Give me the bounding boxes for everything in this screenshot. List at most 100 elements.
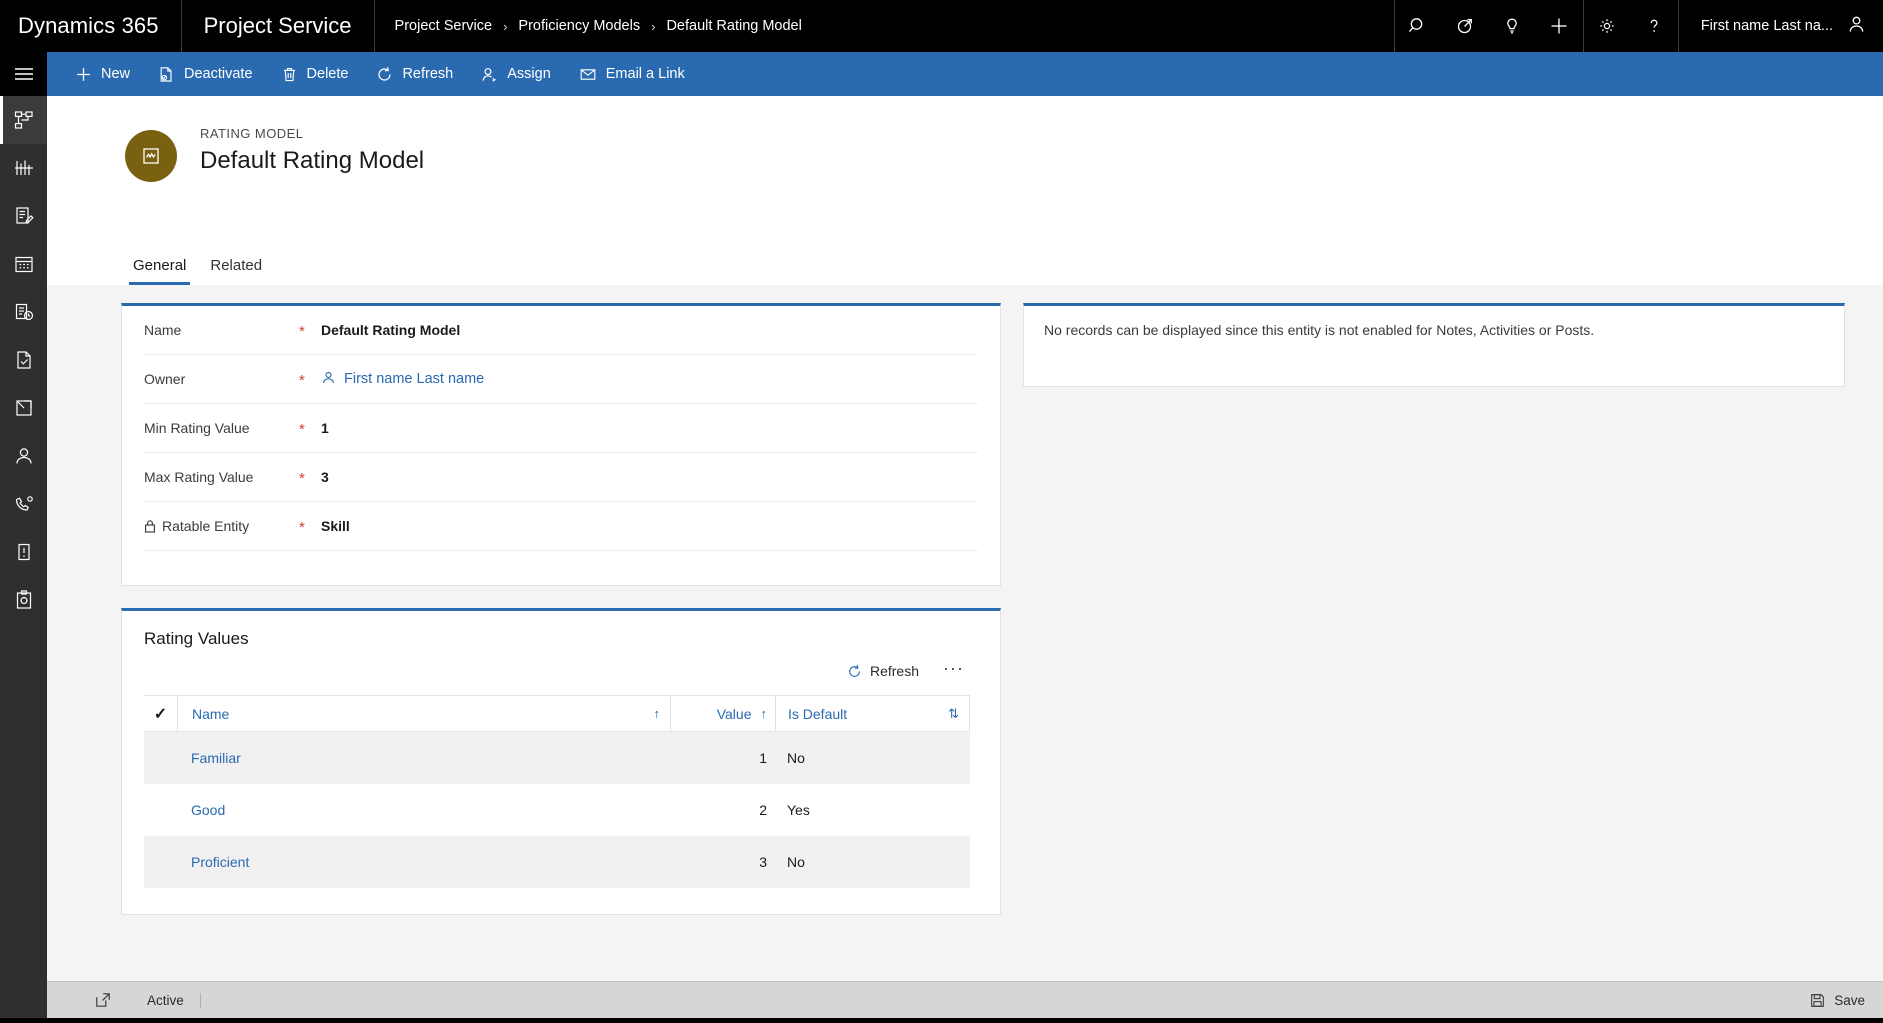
topnav-icon-group bbox=[1393, 0, 1583, 52]
column-header-name-label: Name bbox=[192, 705, 230, 722]
sidebar-item-documents[interactable] bbox=[0, 336, 47, 384]
quick-create-icon[interactable] bbox=[1536, 0, 1583, 52]
sidebar-item-service[interactable] bbox=[0, 480, 47, 528]
delete-button-label: Delete bbox=[306, 66, 349, 82]
column-header-value-label: Value bbox=[716, 705, 752, 722]
app-name[interactable]: Project Service bbox=[182, 0, 375, 52]
sidebar-item-sitemap[interactable] bbox=[0, 96, 47, 144]
tab-general[interactable]: General bbox=[121, 257, 198, 285]
field-value-min-rating-value[interactable]: 1 bbox=[321, 420, 329, 436]
field-value-owner[interactable]: First name Last name bbox=[321, 370, 484, 389]
breadcrumb: Project Service › Proficiency Models › D… bbox=[375, 0, 822, 52]
refresh-button-label: Refresh bbox=[402, 66, 454, 82]
assign-button-label: Assign bbox=[507, 66, 551, 82]
top-navigation-bar: Dynamics 365 Project Service Project Ser… bbox=[0, 0, 1883, 52]
field-row-max-rating-value: Max Rating Value * 3 bbox=[144, 453, 978, 502]
sidebar-item-archive[interactable] bbox=[0, 384, 47, 432]
status-bar-left: Active bbox=[95, 992, 201, 1008]
gear-icon[interactable] bbox=[1584, 0, 1631, 52]
status-bar: Active Save bbox=[47, 981, 1883, 1018]
field-value-ratable-entity: Skill bbox=[321, 518, 350, 534]
new-button-label: New bbox=[101, 66, 131, 82]
help-icon[interactable] bbox=[1631, 0, 1678, 52]
table-row[interactable]: Familiar 1 No bbox=[144, 732, 970, 784]
topnav-spacer bbox=[822, 0, 1394, 52]
assign-user-icon bbox=[481, 66, 498, 83]
table-row[interactable]: Proficient 3 No bbox=[144, 836, 970, 888]
app-body: New Deactivate Delete Refresh Assign Ema… bbox=[0, 52, 1883, 1018]
row-checkbox[interactable] bbox=[144, 836, 177, 888]
field-value-name[interactable]: Default Rating Model bbox=[321, 322, 460, 338]
sidebar-item-cases[interactable] bbox=[0, 528, 47, 576]
trash-icon bbox=[281, 66, 298, 83]
search-icon[interactable] bbox=[1395, 0, 1442, 52]
column-header-value[interactable]: Value ↑ bbox=[670, 696, 775, 731]
assistant-icon[interactable] bbox=[1442, 0, 1489, 52]
cell-name[interactable]: Good bbox=[177, 784, 670, 836]
site-map-icon[interactable] bbox=[0, 52, 47, 96]
tab-related[interactable]: Related bbox=[198, 257, 274, 285]
cell-name[interactable]: Familiar bbox=[177, 732, 670, 784]
required-indicator: * bbox=[299, 322, 305, 340]
table-row[interactable]: Good 2 Yes bbox=[144, 784, 970, 836]
owner-name-label: First name Last name bbox=[344, 371, 485, 387]
popout-icon[interactable] bbox=[95, 992, 147, 1008]
refresh-icon bbox=[847, 664, 862, 679]
delete-button[interactable]: Delete bbox=[267, 52, 363, 96]
field-value-max-rating-value[interactable]: 3 bbox=[321, 469, 329, 485]
row-checkbox[interactable] bbox=[144, 784, 177, 836]
deactivate-button[interactable]: Deactivate bbox=[144, 52, 267, 96]
email-a-link-button[interactable]: Email a Link bbox=[565, 52, 699, 96]
new-button[interactable]: New bbox=[61, 52, 144, 96]
email-a-link-button-label: Email a Link bbox=[605, 66, 685, 82]
save-button-label: Save bbox=[1834, 992, 1865, 1008]
deactivate-icon bbox=[158, 66, 175, 83]
sidebar-item-activities[interactable] bbox=[0, 192, 47, 240]
ellipsis-icon[interactable]: ··· bbox=[929, 659, 974, 683]
breadcrumb-item-default-rating-model[interactable]: Default Rating Model bbox=[664, 18, 803, 34]
sidebar-item-dashboard[interactable] bbox=[0, 144, 47, 192]
required-indicator: * bbox=[299, 420, 305, 438]
save-button[interactable]: Save bbox=[1810, 993, 1865, 1008]
subgrid-table: ✓ Name ↑ Value ↑ Is Default ⇅ Familiar 1… bbox=[144, 695, 970, 888]
left-navigation-rail bbox=[0, 52, 47, 1018]
dynamics-brand[interactable]: Dynamics 365 bbox=[0, 0, 182, 52]
page-title: Default Rating Model bbox=[200, 147, 425, 174]
field-label-ratable-entity: Ratable Entity bbox=[144, 518, 299, 534]
select-all-checkbox[interactable]: ✓ bbox=[144, 696, 177, 731]
assign-button[interactable]: Assign bbox=[467, 52, 565, 96]
field-label-name: Name bbox=[144, 322, 182, 338]
refresh-icon bbox=[376, 66, 393, 83]
subgrid-refresh-button[interactable]: Refresh bbox=[837, 657, 929, 685]
lightbulb-icon[interactable] bbox=[1489, 0, 1536, 52]
sidebar-item-reports[interactable] bbox=[0, 288, 47, 336]
breadcrumb-item-project-service[interactable]: Project Service bbox=[393, 18, 495, 34]
cell-value: 3 bbox=[759, 854, 767, 870]
lock-icon bbox=[144, 519, 156, 533]
field-label-owner: Owner bbox=[144, 371, 186, 387]
user-menu[interactable]: First name Last na... bbox=[1677, 0, 1883, 52]
column-header-is-default[interactable]: Is Default ⇅ bbox=[775, 696, 970, 731]
notes-empty-message: No records can be displayed since this e… bbox=[1044, 322, 1595, 338]
sidebar-item-resources[interactable] bbox=[0, 576, 47, 624]
email-link-icon bbox=[579, 66, 597, 83]
main-content: New Deactivate Delete Refresh Assign Ema… bbox=[47, 52, 1883, 1018]
breadcrumb-separator-icon: › bbox=[651, 18, 656, 34]
cell-name[interactable]: Proficient bbox=[177, 836, 670, 888]
sidebar-item-contact[interactable] bbox=[0, 432, 47, 480]
sort-ascending-icon: ↑ bbox=[653, 706, 661, 721]
row-checkbox[interactable] bbox=[144, 732, 177, 784]
column-header-name[interactable]: Name ↑ bbox=[177, 696, 670, 731]
record-header: RATING MODEL Default Rating Model bbox=[47, 96, 1883, 241]
breadcrumb-item-proficiency-models[interactable]: Proficiency Models bbox=[516, 18, 642, 34]
user-avatar-icon bbox=[1846, 14, 1867, 39]
general-section: Name * Default Rating Model Owner * Firs… bbox=[121, 303, 1001, 586]
refresh-button[interactable]: Refresh bbox=[362, 52, 467, 96]
sort-ascending-icon: ↑ bbox=[760, 706, 768, 721]
user-name-label: First name Last na... bbox=[1700, 18, 1833, 34]
subgrid-toolbar: Refresh ··· bbox=[122, 649, 1000, 695]
sidebar-item-calendar[interactable] bbox=[0, 240, 47, 288]
form-tabs: General Related bbox=[47, 241, 1883, 285]
required-indicator: * bbox=[299, 518, 305, 536]
topnav-settings-group bbox=[1582, 0, 1678, 52]
